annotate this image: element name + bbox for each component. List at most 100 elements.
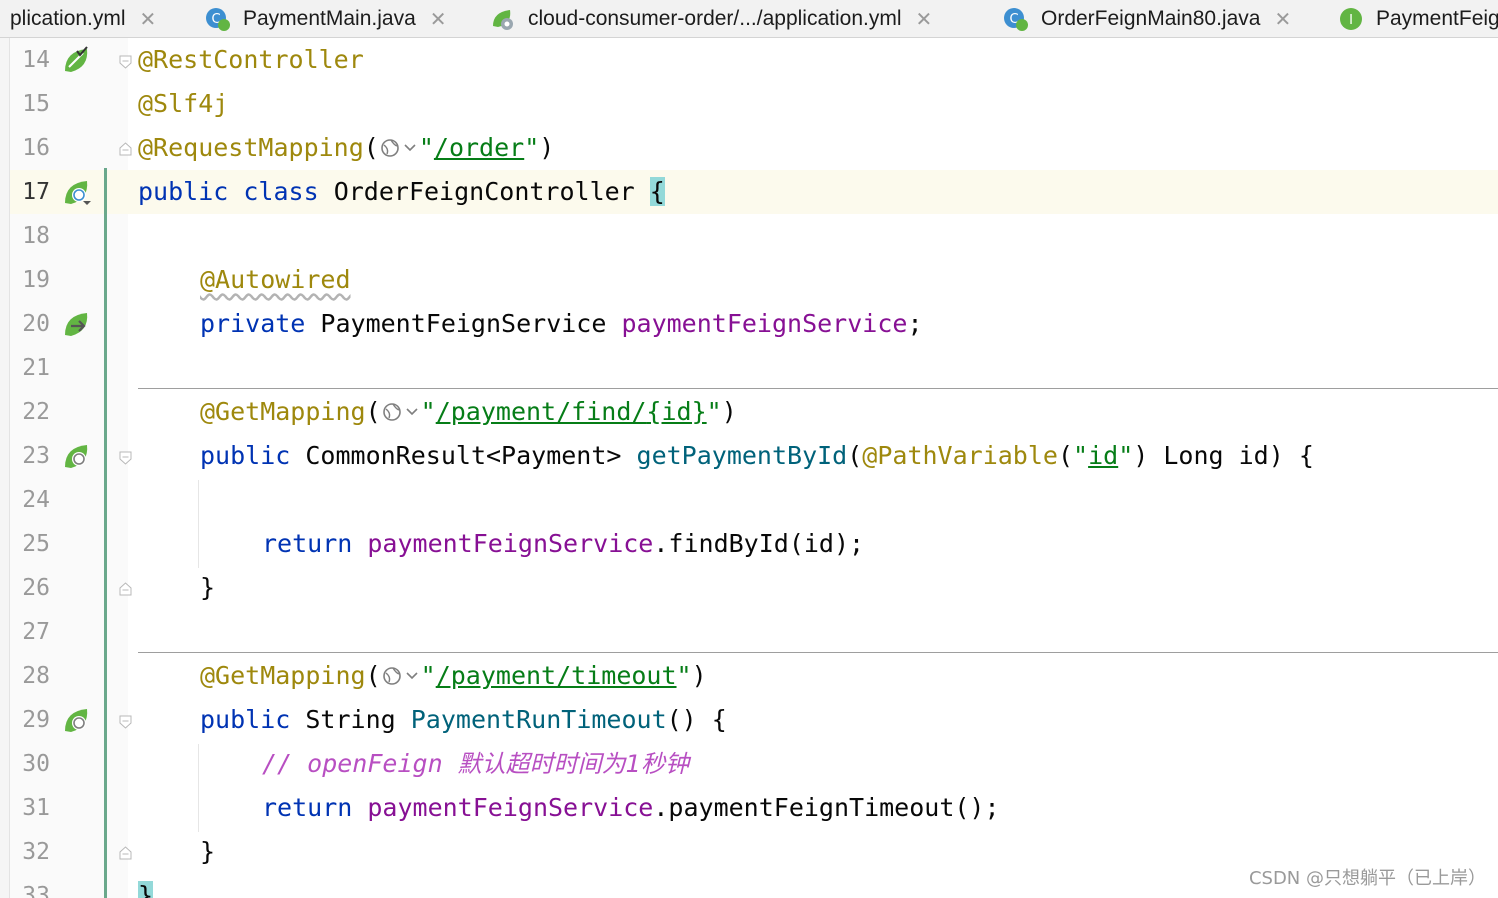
line-number: 33 — [22, 883, 50, 898]
code-text: @RequestMapping("/order") — [138, 126, 554, 170]
code-line[interactable]: 16 @RequestMapping("/order") — [0, 126, 1498, 170]
code-text: @RestController — [138, 38, 364, 82]
string-token: " — [1073, 441, 1089, 470]
url-path-link[interactable]: /payment/find/ — [436, 397, 647, 426]
web-url-icon[interactable] — [379, 137, 419, 159]
spring-class-icon: C — [206, 7, 230, 31]
line-number: 29 — [22, 707, 50, 733]
code-line[interactable]: 24 — [0, 478, 1498, 522]
path-variable-link[interactable]: id — [1088, 441, 1118, 470]
code-line[interactable]: 15 @Slf4j — [0, 82, 1498, 126]
string-token: " — [524, 133, 540, 162]
annotation-token: @RestController — [138, 45, 364, 74]
spring-yaml-icon — [493, 9, 513, 30]
spring-class-icon: C — [1004, 7, 1028, 31]
class-name: OrderFeignController — [333, 177, 635, 206]
code-line[interactable]: 21 — [0, 346, 1498, 390]
semicolon: ; — [907, 309, 923, 338]
line-number: 17 — [22, 179, 50, 205]
spring-bean-web-icon[interactable] — [61, 177, 91, 207]
spring-request-mapping-icon[interactable] — [61, 705, 91, 735]
fold-start-icon[interactable] — [118, 54, 133, 69]
paren: ( — [365, 397, 381, 426]
line-number: 31 — [22, 795, 50, 821]
method-name: PaymentRunTimeout — [410, 705, 667, 734]
paren: ) — [691, 661, 707, 690]
close-icon[interactable]: ✕ — [140, 7, 157, 31]
paren: ( — [847, 441, 863, 470]
field-token: paymentFeignService — [367, 529, 654, 558]
code-editor[interactable]: 14 @RestController 15 @Slf4j 16 @Request… — [0, 38, 1498, 898]
tab-label: PaymentFeig — [1376, 6, 1498, 30]
string-token: " — [420, 661, 436, 690]
close-icon[interactable]: ✕ — [430, 7, 447, 31]
type-token: CommonResult<Payment> — [305, 441, 622, 470]
web-url-icon[interactable] — [381, 401, 421, 423]
close-icon[interactable]: ✕ — [1274, 7, 1291, 31]
editor-tab-bar: plication.yml ✕ C PaymentMain.java ✕ clo… — [0, 0, 1498, 38]
line-number: 25 — [22, 531, 50, 557]
spring-bean-check-icon[interactable] — [61, 45, 91, 75]
fold-end-icon[interactable] — [118, 142, 133, 157]
code-line[interactable]: 27 — [0, 610, 1498, 654]
fold-start-icon[interactable] — [118, 714, 133, 729]
field-token: paymentFeignService — [367, 793, 654, 822]
field-token: paymentFeignService — [621, 309, 908, 338]
keyword-token: private — [200, 309, 306, 338]
code-line[interactable]: 28 @GetMapping("/payment/timeout") — [0, 654, 1498, 698]
annotation-token: @Autowired — [200, 265, 351, 294]
fold-end-icon[interactable] — [118, 582, 133, 597]
watermark: CSDN @只想躺平（已上岸） — [1248, 868, 1486, 889]
code-line[interactable]: 18 — [0, 214, 1498, 258]
web-url-icon[interactable] — [381, 665, 421, 687]
string-token: " — [418, 133, 434, 162]
code-text: return paymentFeignService.findById(id); — [262, 522, 864, 566]
interface-icon: I — [1340, 7, 1362, 30]
code-line[interactable]: 25 return paymentFeignService.findById(i… — [0, 522, 1498, 566]
keyword-token: return — [262, 793, 353, 822]
closing-brace: } — [200, 573, 216, 602]
tab-order-feign-main80-java[interactable]: C OrderFeignMain80.java ✕ — [1003, 0, 1291, 37]
fold-start-icon[interactable] — [118, 450, 133, 465]
line-number: 16 — [22, 135, 50, 161]
code-text: @GetMapping("/payment/find/{id}") — [200, 390, 737, 434]
line-number: 18 — [22, 223, 50, 249]
tab-cloud-consumer-order-application-yml[interactable]: cloud-consumer-order/.../application.yml… — [490, 0, 932, 37]
code-text: private PaymentFeignService paymentFeign… — [200, 302, 923, 346]
tab-payment-main-java[interactable]: C PaymentMain.java ✕ — [205, 0, 447, 37]
url-path-link[interactable]: /payment/timeout — [436, 661, 677, 690]
code-line[interactable]: 26 } — [0, 566, 1498, 610]
url-path-link[interactable]: /order — [434, 133, 524, 162]
svg-text:I: I — [1349, 13, 1353, 28]
string-token: " — [420, 397, 436, 426]
code-line[interactable]: 31 return paymentFeignService.paymentFei… — [0, 786, 1498, 830]
close-icon[interactable]: ✕ — [916, 7, 933, 31]
keyword-token: public — [200, 705, 291, 734]
tab-label: plication.yml — [10, 6, 126, 30]
line-number: 28 — [22, 663, 50, 689]
code-line[interactable]: 29 public String PaymentRunTimeout() { — [0, 698, 1498, 742]
code-line[interactable]: 30 // openFeign 默认超时时间为1秒钟 — [0, 742, 1498, 786]
code-rest: ) Long id) { — [1133, 441, 1314, 470]
code-text: @Autowired — [200, 258, 351, 302]
line-number: 32 — [22, 839, 50, 865]
code-text: // openFeign 默认超时时间为1秒钟 — [262, 742, 689, 786]
tab-payment-feign-service[interactable]: I PaymentFeig — [1338, 0, 1498, 37]
code-text: public class OrderFeignController { — [138, 170, 665, 214]
annotation-token: @GetMapping — [200, 397, 366, 426]
code-line[interactable]: 22 @GetMapping("/payment/find/{id}") — [0, 390, 1498, 434]
annotation-token: @RequestMapping — [138, 133, 364, 162]
fold-end-icon[interactable] — [118, 846, 133, 861]
line-number: 14 — [22, 47, 50, 73]
spring-request-mapping-icon[interactable] — [61, 441, 91, 471]
code-line[interactable]: 23 public CommonResult<Payment> getPayme… — [0, 434, 1498, 478]
code-text: @GetMapping("/payment/timeout") — [200, 654, 707, 698]
code-line[interactable]: 14 @RestController — [0, 38, 1498, 82]
tab-application-yml[interactable]: plication.yml ✕ — [10, 0, 156, 37]
paren: ( — [365, 661, 381, 690]
code-line-current[interactable]: 17 public class OrderFeignController { — [0, 170, 1498, 214]
code-line[interactable]: 19 @Autowired — [0, 258, 1498, 302]
url-path-variable[interactable]: {id} — [646, 397, 706, 426]
spring-navigate-icon[interactable] — [61, 309, 91, 339]
code-line[interactable]: 20 private PaymentFeignService paymentFe… — [0, 302, 1498, 346]
